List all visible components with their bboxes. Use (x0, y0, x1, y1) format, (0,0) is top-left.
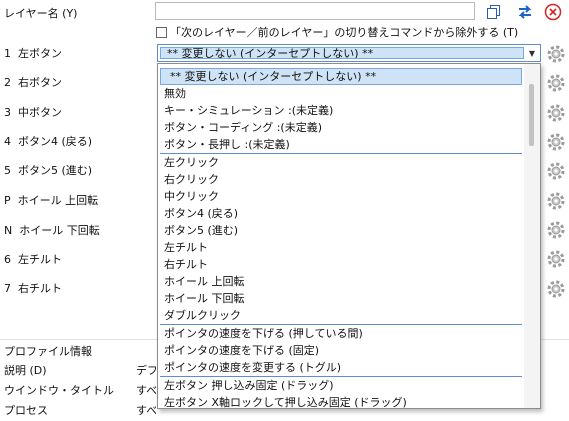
button-row-2: 2 右ボタン (4, 76, 62, 89)
dropdown-item[interactable]: キー・シミュレーション :(未定義) (164, 102, 333, 119)
chevron-down-icon[interactable]: ▼ (526, 45, 538, 61)
gear-icon[interactable] (545, 219, 567, 241)
exclude-checkbox[interactable] (156, 26, 167, 38)
gear-icon[interactable] (545, 43, 567, 65)
gear-icon[interactable] (545, 131, 567, 153)
swap-icon (518, 5, 532, 19)
dropdown-item[interactable]: ホイール 下回転 (164, 290, 245, 307)
dropdown-item[interactable]: 左チルト (164, 239, 208, 256)
gear-icon[interactable] (545, 102, 567, 124)
dropdown-item[interactable]: ボタン・コーディング :(未定義) (164, 119, 322, 136)
button-row-wheel-down: N ホイール 下回転 (4, 224, 100, 237)
button-row-wheel-up: P ホイール 上回転 (4, 194, 99, 207)
gear-icon[interactable] (545, 72, 567, 94)
layer-name-input[interactable] (155, 2, 475, 20)
profile-description-label: 説明 (D) (4, 364, 47, 377)
gear-icon[interactable] (545, 190, 567, 212)
gear-icon[interactable] (545, 278, 567, 300)
dropdown-item[interactable]: 無効 (164, 85, 186, 102)
exclude-checkbox-label: 「次のレイヤー／前のレイヤー」の切り替えコマンドから除外する (T) (170, 26, 519, 39)
profile-window-title-label: ウインドウ・タイトル (4, 384, 114, 397)
dropdown-item[interactable]: ホイール 上回転 (164, 273, 245, 290)
combo-selected-value: ** 変更しない (インターセプトしない) ** (160, 47, 524, 59)
scrollbar-thumb[interactable] (529, 84, 534, 146)
gear-icon[interactable] (545, 160, 567, 182)
profile-header: プロファイル情報 (4, 345, 92, 358)
swap-button[interactable] (515, 2, 535, 22)
dropdown-item[interactable]: ポインタの速度を下げる (固定) (164, 342, 319, 359)
action-dropdown-list[interactable]: ** 変更しない (インターセプトしない) ** 無効 キー・シミュレーション … (157, 63, 541, 409)
dropdown-item[interactable]: ボタン・長押し :(未定義) (164, 136, 290, 153)
dropdown-item[interactable]: 右チルト (164, 256, 208, 273)
dropdown-item[interactable]: ボタン4 (戻る) (164, 205, 238, 222)
layer-name-label: レイヤー名 (Y) (4, 7, 78, 20)
dropdown-item[interactable]: 右クリック (164, 171, 219, 188)
delete-button[interactable] (543, 2, 563, 22)
button-row-6: 6 左チルト (4, 253, 62, 266)
left-button-action-combo[interactable]: ** 変更しない (インターセプトしない) ** ▼ (157, 44, 541, 62)
exclude-checkbox-row[interactable]: 「次のレイヤー／前のレイヤー」の切り替えコマンドから除外する (T) (156, 24, 518, 40)
dropdown-item[interactable]: ボタン5 (進む) (164, 222, 238, 239)
delete-icon (544, 3, 562, 21)
dropdown-item[interactable]: 中クリック (164, 188, 219, 205)
button-row-5: 5 ボタン5 (進む) (4, 164, 93, 177)
copy-icon (487, 5, 500, 19)
profile-window-title-value[interactable]: すべて (136, 382, 156, 398)
dropdown-item[interactable]: ダブルクリック (164, 307, 241, 324)
profile-description-value[interactable]: デフォ (136, 362, 156, 378)
gear-icon[interactable] (545, 248, 567, 270)
copy-button[interactable] (484, 2, 504, 22)
dropdown-item[interactable]: 左ボタン X軸ロックして押し込み固定 (ドラッグ) (164, 394, 407, 408)
dropdown-item[interactable]: 左ボタン 押し込み固定 (ドラッグ) (164, 377, 334, 394)
profile-process-value[interactable]: すべて (136, 402, 156, 418)
dropdown-item[interactable]: 左クリック (164, 154, 219, 171)
dropdown-item[interactable]: ポインタの速度を下げる (押している間) (164, 325, 363, 342)
dropdown-item[interactable]: ポインタの速度を変更する (トグル) (164, 359, 341, 376)
button-row-1: 1 左ボタン (4, 47, 62, 60)
dropdown-item[interactable]: ** 変更しない (インターセプトしない) ** (160, 68, 522, 85)
button-row-4: 4 ボタン4 (戻る) (4, 135, 93, 148)
button-row-7: 7 右チルト (4, 282, 62, 295)
button-row-3: 3 中ボタン (4, 106, 62, 119)
dropdown-scrollbar[interactable] (524, 64, 540, 408)
profile-process-label: プロセス (4, 404, 48, 417)
